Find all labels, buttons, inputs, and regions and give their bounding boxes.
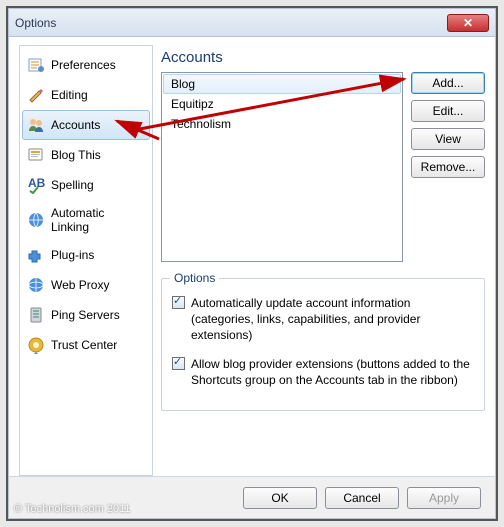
groupbox-legend: Options [170,271,219,285]
sidebar-item-label: Automatic Linking [51,206,145,234]
account-item[interactable]: Technolism [163,114,401,134]
sidebar-item-editing[interactable]: Editing [22,80,150,110]
window-title: Options [15,16,447,30]
watermark: © Technolism.com 2011 [14,503,131,515]
account-item[interactable]: Blog [163,74,401,94]
sidebar-item-web-proxy[interactable]: Web Proxy [22,270,150,300]
sidebar-item-label: Preferences [51,58,116,72]
ok-button[interactable]: OK [243,487,317,509]
sidebar-item-ping-servers[interactable]: Ping Servers [22,300,150,330]
section-heading: Accounts [161,49,485,66]
sidebar-item-label: Spelling [51,178,94,192]
add-button[interactable]: Add... [411,72,485,94]
options-dialog: Options ✕ Preferences Editing [8,8,496,519]
close-icon: ✕ [463,16,473,30]
sidebar-item-plugins[interactable]: Plug-ins [22,240,150,270]
close-button[interactable]: ✕ [447,14,489,32]
cancel-button[interactable]: Cancel [325,487,399,509]
account-item[interactable]: Equitipz [163,94,401,114]
allow-extensions-checkbox[interactable] [172,357,185,370]
account-buttons: Add... Edit... View Remove... [411,72,485,262]
auto-linking-icon [27,211,45,229]
category-sidebar: Preferences Editing Accounts Blog This [19,45,153,476]
auto-update-checkbox[interactable] [172,296,185,309]
sidebar-item-label: Editing [51,88,88,102]
sidebar-item-blog-this[interactable]: Blog This [22,140,150,170]
sidebar-item-label: Accounts [51,118,100,132]
editing-icon [27,86,45,104]
web-proxy-icon [27,276,45,294]
sidebar-item-automatic-linking[interactable]: Automatic Linking [22,200,150,240]
spelling-icon: ABC [27,176,45,194]
sidebar-item-label: Trust Center [51,338,117,352]
blog-this-icon [27,146,45,164]
sidebar-item-spelling[interactable]: ABC Spelling [22,170,150,200]
titlebar: Options ✕ [9,9,495,37]
view-button[interactable]: View [411,128,485,150]
trust-center-icon [27,336,45,354]
sidebar-item-label: Plug-ins [51,248,94,262]
ping-servers-icon [27,306,45,324]
edit-button[interactable]: Edit... [411,100,485,122]
main-panel: Accounts Blog Equitipz Technolism Add...… [161,45,485,476]
plugins-icon [27,246,45,264]
preferences-icon [27,56,45,74]
accounts-listbox[interactable]: Blog Equitipz Technolism [161,72,403,262]
sidebar-item-label: Ping Servers [51,308,120,322]
sidebar-item-accounts[interactable]: Accounts [22,110,150,140]
sidebar-item-label: Web Proxy [51,278,109,292]
sidebar-item-preferences[interactable]: Preferences [22,50,150,80]
sidebar-item-label: Blog This [51,148,101,162]
accounts-icon [27,116,45,134]
remove-button[interactable]: Remove... [411,156,485,178]
screenshot-frame: Options ✕ Preferences Editing [6,6,498,521]
options-groupbox: Options Automatically update account inf… [161,278,485,411]
auto-update-label: Automatically update account information… [191,295,474,344]
apply-button[interactable]: Apply [407,487,481,509]
allow-extensions-label: Allow blog provider extensions (buttons … [191,356,474,388]
sidebar-item-trust-center[interactable]: Trust Center [22,330,150,360]
